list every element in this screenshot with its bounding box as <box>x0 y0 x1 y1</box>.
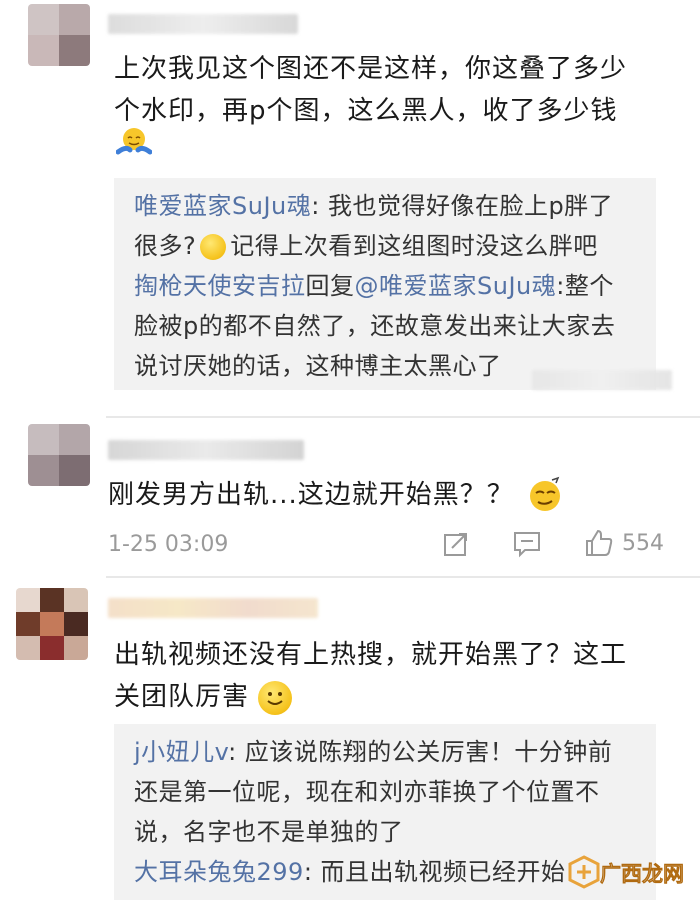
reply-item[interactable]: 唯爱蓝家SuJu魂: 我也觉得好像在脸上p胖了 很多? 记得上次看到这组图时没这么… <box>134 186 654 266</box>
reply-username[interactable]: 大耳朵兔兔299 <box>134 858 304 886</box>
timestamp: 1-25 03:09 <box>108 532 229 557</box>
watermark-logo: 广西龙网 <box>566 852 686 892</box>
smirk-emoji-icon <box>526 476 564 514</box>
thumbs-up-icon <box>586 529 613 556</box>
comment-icon <box>514 532 540 558</box>
comment-text: 刚发男方出轨...这边就开始黑？？ <box>108 480 514 510</box>
divider <box>106 416 700 418</box>
smile-emoji-icon <box>258 680 293 715</box>
comment-button[interactable] <box>512 530 542 558</box>
like-count: 554 <box>622 530 664 556</box>
avatar[interactable] <box>28 4 90 66</box>
comment-text: 上次我见这个图还不是这样，你这叠了多少 个水印，再p个图，这么黑人，收了多少钱 <box>114 54 628 126</box>
divider <box>106 576 700 578</box>
reply-item[interactable]: j小妞儿v: 应该说陈翔的公关厉害！十分钟前 还是第一位呢，现在和刘亦菲换了个位… <box>134 732 654 852</box>
avatar[interactable] <box>16 588 88 660</box>
smirk-emoji-icon <box>200 234 227 260</box>
mention-link[interactable]: @唯爱蓝家SuJu魂 <box>355 272 557 300</box>
shrug-emoji-icon <box>115 126 153 160</box>
watermark-text: 广西龙网 <box>600 862 685 887</box>
share-button[interactable] <box>442 530 470 558</box>
share-icon <box>444 533 467 556</box>
blurred-overlay <box>532 370 672 390</box>
reply-item[interactable]: 掏枪天使安吉拉回复@唯爱蓝家SuJu魂:整个 脸被p的都不自然了，还故意发出来让… <box>134 266 654 386</box>
reply-username[interactable]: j小妞儿v <box>134 738 228 766</box>
like-button[interactable]: 554 <box>584 528 664 558</box>
avatar[interactable] <box>28 424 90 486</box>
reply-username[interactable]: 唯爱蓝家SuJu魂 <box>134 192 311 220</box>
username-blurred[interactable] <box>108 440 304 460</box>
username-blurred[interactable] <box>108 14 298 34</box>
comment-text: 出轨视频还没有上热搜，就开始黑了？这工 关团队厉害 <box>114 634 674 718</box>
reply-username[interactable]: 掏枪天使安吉拉 <box>134 272 306 300</box>
username-blurred[interactable] <box>108 598 318 618</box>
